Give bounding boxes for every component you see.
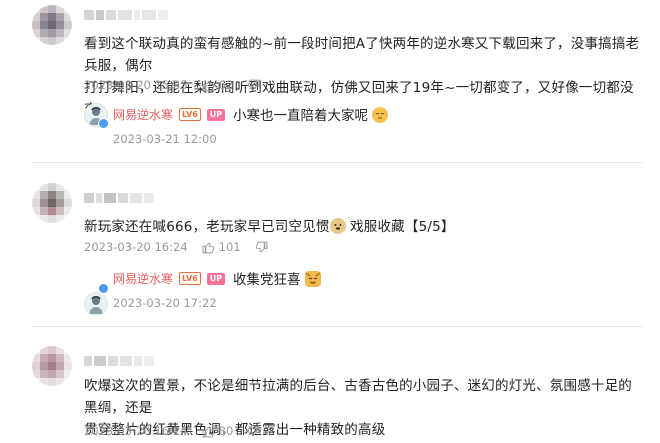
- reply-time: 2023-03-20 17:22: [113, 296, 217, 310]
- comment-time: 2023-03-20 15:35: [84, 78, 188, 92]
- comment-text-part: 新玩家还在喊666，老玩家早已司空见惯: [84, 219, 330, 235]
- comment-time: 2023-03-20 16:24: [84, 240, 188, 254]
- thumbs-up-icon: [202, 242, 214, 253]
- dislike-button[interactable]: [255, 241, 272, 254]
- pensive-face-emoji: [372, 107, 389, 123]
- user-avatar-blurred[interactable]: [32, 5, 72, 45]
- reply-meta: 2023-03-21 12:00: [113, 132, 217, 146]
- reply-username[interactable]: 网易逆水寒: [113, 270, 173, 287]
- comment-divider: [32, 162, 642, 163]
- user-avatar-blurred[interactable]: [32, 346, 72, 386]
- reply-avatar[interactable]: [84, 292, 108, 316]
- doge-emoji: [329, 218, 346, 234]
- thumbs-up-icon: [202, 80, 214, 91]
- up-badge: UP: [206, 272, 226, 285]
- comment-meta: 2023-03-20 16:24 101: [84, 240, 272, 254]
- level-badge: LV6: [179, 272, 201, 285]
- reply-meta: 2023-03-20 17:22: [113, 296, 217, 310]
- comment-text-part: 戏服收藏【5/5】: [345, 219, 455, 235]
- comment-divider: [32, 326, 642, 327]
- reply-text: 小寒也一直陪着大家呢: [233, 104, 389, 124]
- user-avatar-blurred[interactable]: [32, 183, 72, 223]
- username-blurred[interactable]: [84, 193, 154, 203]
- comment-meta: 2023-03-20 15:35 62: [84, 78, 264, 92]
- dislike-button[interactable]: [247, 79, 264, 92]
- like-count: 80: [218, 424, 234, 438]
- thumbs-up-icon: [202, 426, 214, 437]
- reply-username[interactable]: 网易逆水寒: [113, 106, 173, 123]
- comment-1: 看到这个联动真的蛮有感触的~前一段时间把A了快两年的逆水寒又下载回来了，没事搞搞…: [0, 0, 660, 146]
- like-button[interactable]: 101: [202, 240, 241, 254]
- dislike-button[interactable]: [247, 425, 264, 438]
- up-badge: UP: [206, 108, 226, 121]
- character-avatar-icon: [89, 296, 103, 314]
- level-badge: LV6: [179, 108, 201, 121]
- comment-meta: 2023-03-20 16:24 80: [84, 424, 264, 438]
- reply-header: 网易逆水寒 LV6 UP: [113, 270, 226, 287]
- like-button[interactable]: 62: [202, 78, 234, 92]
- reply-time: 2023-03-21 12:00: [113, 132, 217, 146]
- reply-verified-badge: [98, 118, 109, 129]
- thumbs-down-icon: [248, 425, 260, 436]
- comment-time: 2023-03-20 16:24: [84, 424, 188, 438]
- comment-text: 新玩家还在喊666，老玩家早已司空见惯 戏服收藏【5/5】: [84, 216, 644, 238]
- reply-text-content: 收集党狂喜: [233, 272, 301, 288]
- cat-face-emoji: [304, 271, 321, 287]
- comment-text-line: 吹爆这次的置景，不论是细节拉满的后台、古香古色的小园子、迷幻的灯光、氛围感十足的…: [84, 378, 632, 416]
- username-blurred[interactable]: [84, 356, 154, 366]
- reply-header: 网易逆水寒 LV6 UP: [113, 106, 226, 123]
- thumbs-down-icon: [248, 79, 260, 90]
- like-button[interactable]: 80: [202, 424, 234, 438]
- reply-verified-badge: [98, 283, 109, 294]
- username-blurred[interactable]: [84, 10, 168, 20]
- like-count: 101: [218, 240, 241, 254]
- comment-text-line: 看到这个联动真的蛮有感触的~前一段时间把A了快两年的逆水寒又下载回来了，没事搞搞…: [84, 36, 640, 74]
- reply-text: 收集党狂喜: [233, 268, 321, 288]
- like-count: 62: [218, 78, 234, 92]
- thumbs-down-icon: [255, 241, 267, 252]
- reply-text-content: 小寒也一直陪着大家呢: [233, 108, 368, 124]
